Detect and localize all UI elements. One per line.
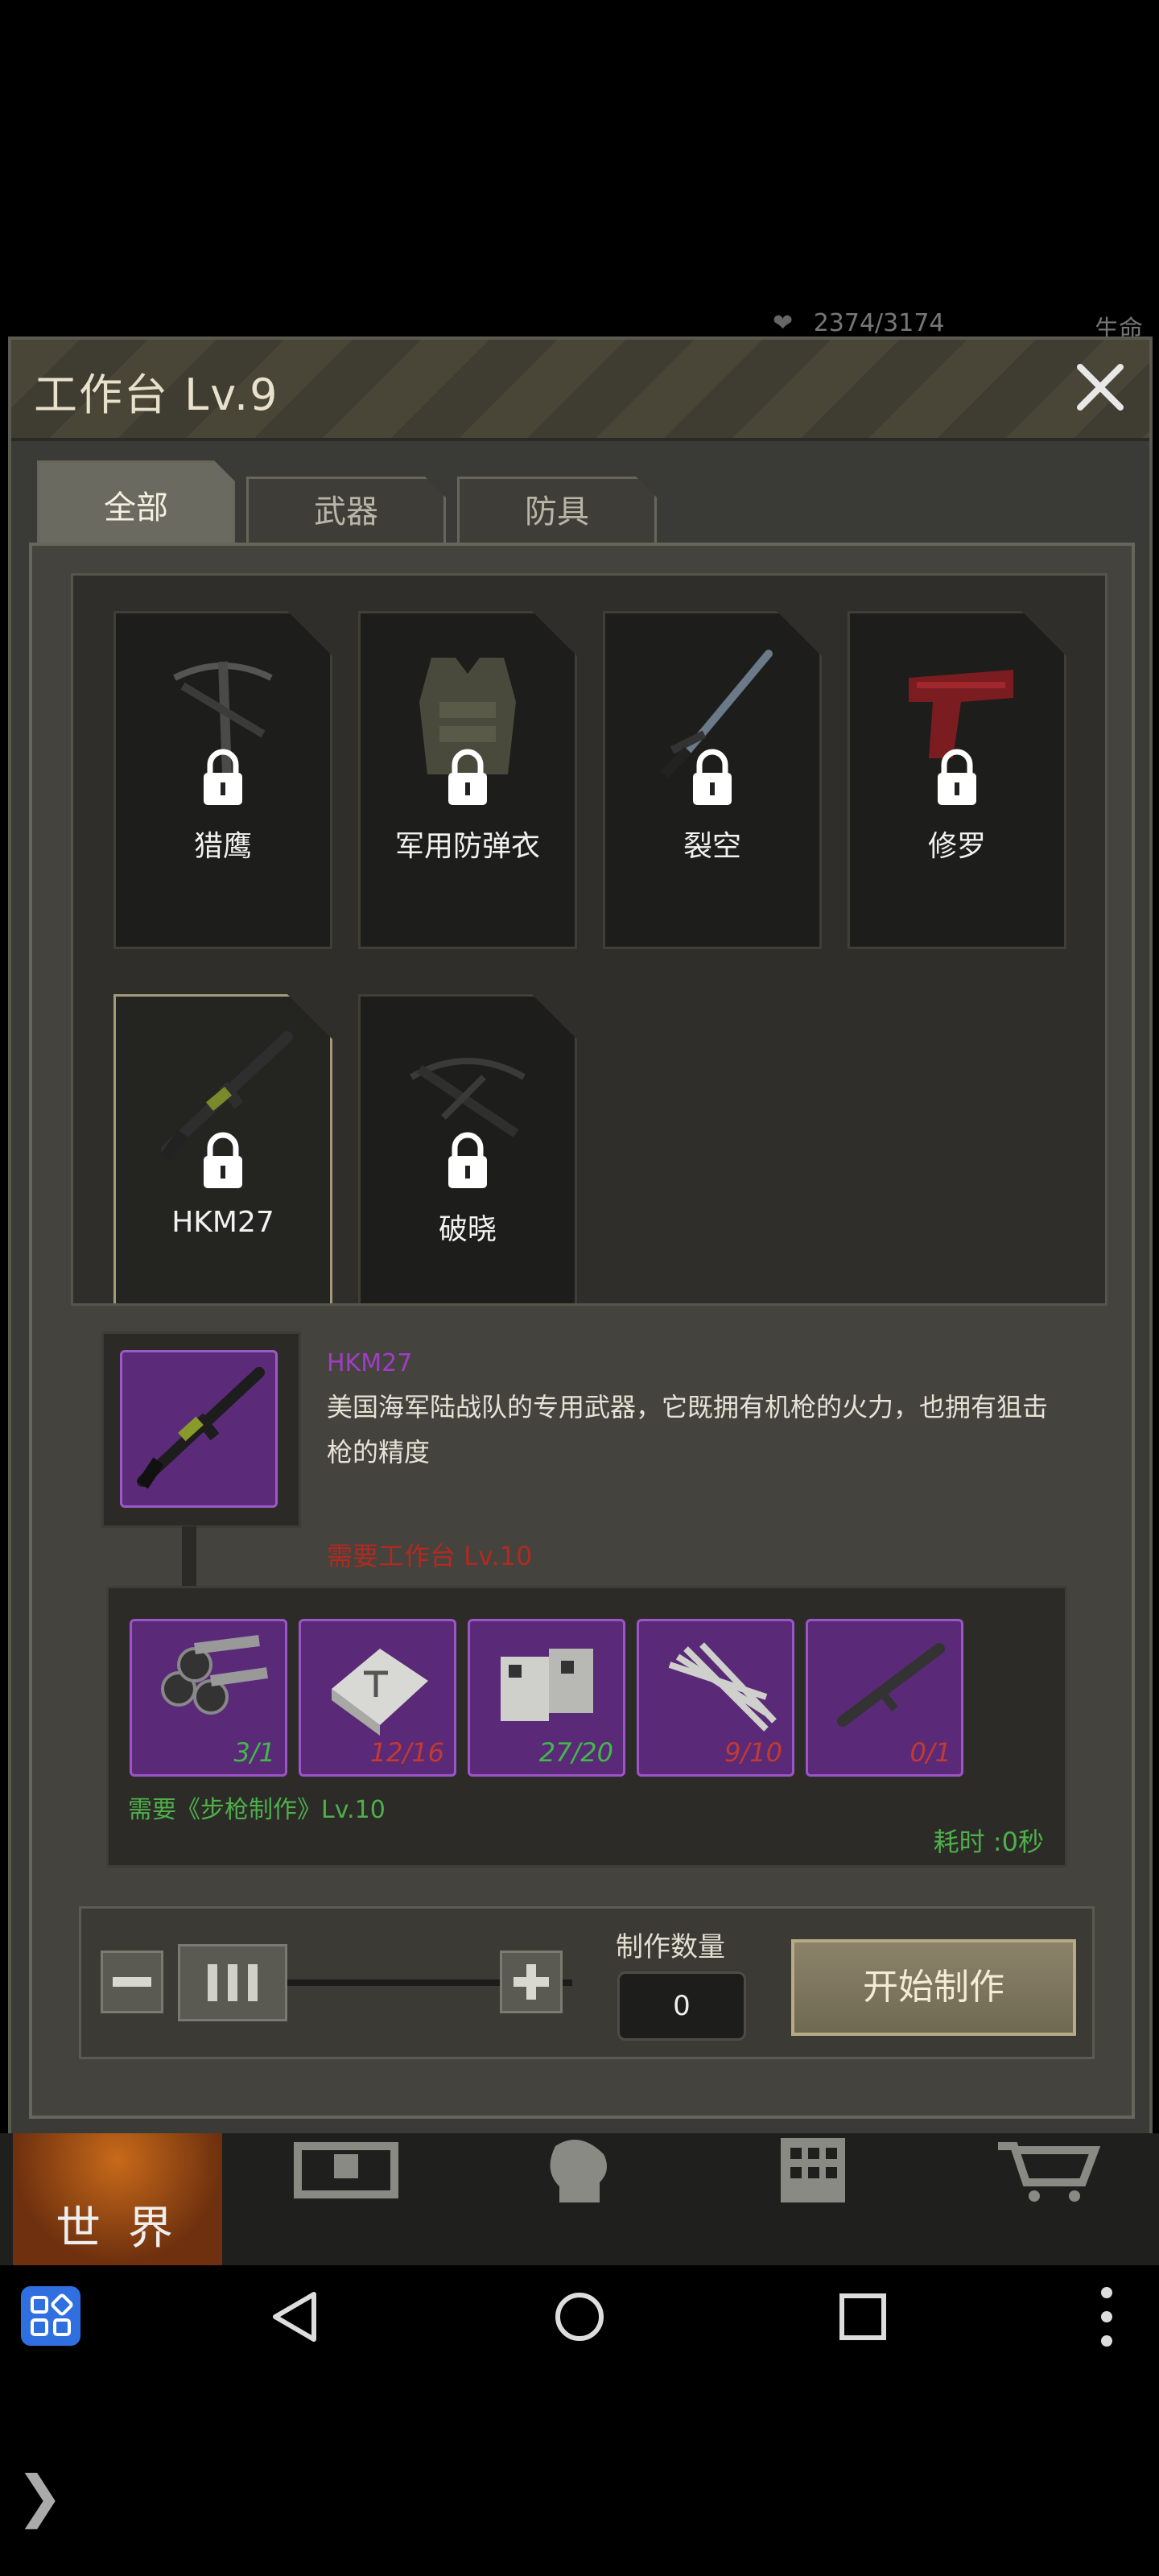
edge-chevron-icon[interactable]: ❯ (16, 2463, 64, 2529)
increase-button[interactable] (500, 1951, 563, 2013)
item-card[interactable]: 猎鹰 (113, 611, 332, 949)
world-label: 世 界 (56, 2202, 179, 2255)
material-count: 9/10 (724, 1737, 782, 1768)
stamina-value: 2374/3174 (813, 309, 945, 337)
quantity-field[interactable]: 0 (617, 1971, 746, 2041)
workbench-requirement: 需要工作台 Lv.10 (327, 1541, 533, 1571)
item-name: 裂空 (683, 830, 741, 863)
backpack-icon[interactable] (290, 2138, 402, 2202)
material-count: 0/1 (909, 1737, 952, 1768)
nav-world-button[interactable]: 世 界 (13, 2133, 222, 2265)
metal-block-icon (332, 1649, 428, 1736)
recents-icon[interactable] (839, 2293, 887, 2341)
heart-icon: ❤ (773, 309, 794, 337)
detail-item-name: HKM27 (327, 1349, 413, 1377)
item-name: HKM27 (171, 1206, 274, 1239)
crafting-time: 耗时 :0秒 (933, 1827, 1044, 1857)
content-panel: 猎鹰 军用防弹衣 裂空 修罗 HKM27 破晓 (29, 543, 1135, 2119)
item-grid[interactable]: 猎鹰 军用防弹衣 裂空 修罗 HKM27 破晓 (71, 573, 1107, 1306)
lock-icon (199, 1132, 247, 1190)
workbench-dialog: 工作台 Lv.9 全部 武器 防具 猎鹰 军用防弹衣 裂空 修罗 HKM27 破… (8, 336, 1153, 2138)
building-icon[interactable] (757, 2138, 869, 2202)
home-icon[interactable] (554, 2291, 605, 2343)
tab-all[interactable]: 全部 (37, 460, 235, 544)
lock-icon (688, 749, 736, 807)
minus-icon (113, 1977, 151, 1987)
quantity-slider-handle[interactable] (178, 1944, 287, 2021)
material-slot[interactable]: 3/1 (130, 1619, 287, 1777)
detail-thumbnail (120, 1350, 278, 1508)
shop-cart-icon[interactable] (990, 2138, 1103, 2202)
dialog-header: 工作台 Lv.9 (11, 340, 1149, 441)
item-name: 猎鹰 (193, 830, 252, 863)
plus-icon (514, 1964, 549, 2000)
detail-thumbnail-frame (101, 1331, 301, 1528)
grip-icon (208, 1964, 258, 2001)
pipes-icon (161, 1635, 268, 1715)
material-count: 3/1 (233, 1737, 276, 1768)
item-card-selected[interactable]: HKM27 (113, 994, 332, 1306)
lock-icon (199, 749, 247, 807)
material-slot[interactable]: 12/16 (299, 1619, 456, 1777)
close-icon[interactable] (1074, 361, 1127, 414)
material-slot[interactable]: 0/1 (806, 1619, 963, 1777)
rifle-icon (137, 1367, 265, 1489)
material-slot[interactable]: 27/20 (468, 1619, 625, 1777)
item-card[interactable]: 军用防弹衣 (358, 611, 577, 949)
skills-head-icon[interactable] (523, 2138, 636, 2202)
craft-controls: 制作数量 0 开始制作 (79, 1906, 1095, 2059)
more-options-icon[interactable] (1095, 2285, 1119, 2349)
back-icon[interactable] (269, 2289, 320, 2344)
quantity-label: 制作数量 (616, 1931, 725, 1963)
item-name: 修罗 (927, 830, 986, 863)
material-count: 12/16 (369, 1737, 444, 1768)
item-name: 破晓 (438, 1213, 497, 1246)
material-count: 27/20 (538, 1737, 613, 1768)
item-card[interactable]: 裂空 (603, 611, 822, 949)
tab-armor[interactable]: 防具 (457, 477, 657, 543)
recipe-requirement: 需要《步枪制作》Lv.10 (128, 1796, 386, 1824)
tab-weapons[interactable]: 武器 (246, 477, 446, 543)
item-card[interactable]: 修罗 (848, 611, 1066, 949)
detail-description: 美国海军陆战队的专用武器，它既拥有机枪的火力，也拥有狙击枪的精度 (327, 1392, 1049, 1468)
decrease-button[interactable] (101, 1951, 163, 2013)
system-navigation-bar (0, 2265, 1159, 2365)
material-slot[interactable]: 9/10 (637, 1619, 794, 1777)
lock-icon (443, 749, 492, 807)
materials-panel: 3/1 12/16 27/20 9/10 0/1 需要《步枪制作》Lv.10 耗… (106, 1586, 1067, 1868)
app-drawer-icon[interactable] (21, 2286, 80, 2346)
item-name: 军用防弹衣 (394, 830, 540, 863)
gun-parts-icon (501, 1649, 593, 1721)
dialog-title: 工作台 Lv.9 (34, 369, 279, 420)
lock-icon (443, 1132, 492, 1190)
metal-strips-icon (668, 1642, 777, 1732)
rifle-barrel-icon (837, 1643, 945, 1727)
start-crafting-button[interactable]: 开始制作 (791, 1939, 1076, 2036)
item-card[interactable]: 破晓 (358, 994, 577, 1306)
lock-icon (933, 749, 981, 807)
bottom-nav-bar: 世 界 (0, 2133, 1159, 2265)
